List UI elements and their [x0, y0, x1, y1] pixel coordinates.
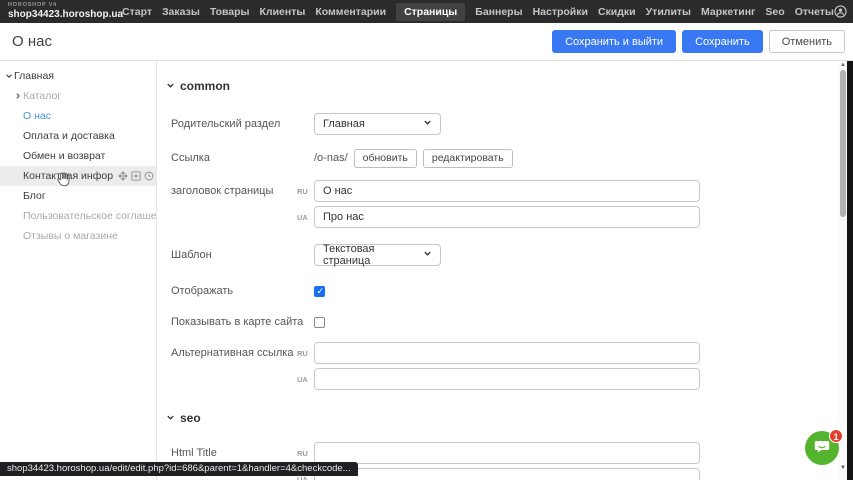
- nav-reports[interactable]: Отчеты: [795, 6, 834, 18]
- page-header: О нас Сохранить и выйти Сохранить Отмени…: [0, 23, 853, 61]
- lang-badge-ru: RU: [297, 449, 308, 458]
- sitemap-checkbox[interactable]: [314, 317, 325, 328]
- nav-start[interactable]: Старт: [122, 6, 152, 18]
- tree-node-oplata[interactable]: Оплата и доставка: [0, 126, 156, 146]
- alt-link-ua-input[interactable]: [314, 368, 700, 390]
- topbar: HOROSHOP V4 shop34423.horoshop.ua Старт …: [0, 0, 853, 23]
- template-label: Шаблон: [171, 249, 314, 261]
- scrollbar-thumb[interactable]: [840, 70, 846, 217]
- html-title-label: Html Title: [171, 447, 297, 459]
- nav-clients[interactable]: Клиенты: [260, 6, 306, 18]
- page-title-ru-input[interactable]: [314, 180, 700, 202]
- chevron-down-icon[interactable]: [166, 411, 175, 425]
- chevron-down-icon: [423, 249, 432, 261]
- html-title-ua-input[interactable]: [314, 468, 700, 480]
- nav-seo[interactable]: Seo: [765, 6, 784, 18]
- tree-node-obmen[interactable]: Обмен и возврат: [0, 146, 156, 166]
- page-title-ua-input[interactable]: [314, 206, 700, 228]
- parent-section-label: Родительский раздел: [171, 118, 314, 130]
- nav-banners[interactable]: Баннеры: [475, 6, 522, 18]
- chat-unread-badge: 1: [829, 429, 843, 443]
- chevron-down-icon[interactable]: [3, 72, 14, 80]
- nav-discounts[interactable]: Скидки: [598, 6, 636, 18]
- nav-comments[interactable]: Комментарии: [315, 6, 386, 18]
- add-child-page-icon[interactable]: [131, 171, 141, 181]
- display-checkbox[interactable]: [314, 286, 325, 297]
- status-url-tooltip: shop34423.horoshop.ua/edit/edit.php?id=6…: [0, 462, 358, 476]
- account-icon[interactable]: [834, 5, 847, 18]
- chevron-right-icon[interactable]: [12, 92, 23, 100]
- page-title: О нас: [0, 33, 552, 50]
- link-label: Ссылка: [171, 152, 314, 164]
- html-title-ru-input[interactable]: [314, 442, 700, 464]
- chevron-down-icon: [423, 118, 432, 130]
- main-nav: Старт Заказы Товары Клиенты Комментарии …: [122, 3, 834, 21]
- parent-section-select[interactable]: Главная: [314, 113, 441, 135]
- brand-version: HOROSHOP V4: [8, 3, 122, 9]
- tree-node-kontaktnaya[interactable]: Контактная инфор: [0, 166, 156, 186]
- page-edit-form: common Родительский раздел Главная Ссылк…: [158, 61, 839, 480]
- lang-badge-ua: UA: [297, 375, 308, 384]
- screen-edge-strip: [847, 61, 853, 480]
- display-label: Отображать: [171, 285, 314, 297]
- save-and-exit-button[interactable]: Сохранить и выйти: [552, 30, 676, 53]
- move-node-icon[interactable]: [118, 171, 128, 181]
- save-button[interactable]: Сохранить: [682, 30, 763, 53]
- nav-marketing[interactable]: Маркетинг: [701, 6, 755, 18]
- pages-tree-sidebar: Главная Каталог О нас Оплата и доставка …: [0, 61, 157, 480]
- tree-node-blog[interactable]: Блог: [0, 186, 156, 206]
- template-select[interactable]: Текстовая страница: [314, 244, 441, 266]
- link-path-value: /o-nas/: [314, 152, 348, 164]
- nav-settings[interactable]: Настройки: [533, 6, 588, 18]
- brand-domain: shop34423.horoshop.ua: [8, 10, 122, 20]
- tree-node-katalog[interactable]: Каталог: [0, 86, 156, 106]
- cancel-button[interactable]: Отменить: [769, 30, 845, 53]
- scroll-up-arrow-icon[interactable]: ▲: [839, 61, 847, 70]
- chat-bubble-icon: [813, 437, 831, 460]
- vertical-scrollbar[interactable]: ▲ ▼: [839, 61, 847, 480]
- sitemap-label: Показывать в карте сайта: [171, 316, 314, 328]
- page-title-label: заголовок страницы: [171, 180, 297, 228]
- alt-link-label: Альтернативная ссылка: [171, 342, 297, 390]
- alt-link-ru-input[interactable]: [314, 342, 700, 364]
- lang-badge-ua: UA: [297, 213, 308, 222]
- brand-logo[interactable]: HOROSHOP V4 shop34423.horoshop.ua: [0, 3, 122, 20]
- tree-node-glavnaya[interactable]: Главная: [0, 66, 156, 86]
- tree-node-polzovatelskoe[interactable]: Пользовательское соглашение: [0, 206, 156, 226]
- scroll-down-arrow-icon[interactable]: ▼: [839, 464, 847, 473]
- lang-badge-ru: RU: [297, 349, 308, 358]
- edit-link-button[interactable]: редактировать: [423, 149, 513, 168]
- tree-node-o-nas[interactable]: О нас: [0, 106, 156, 126]
- nav-pages[interactable]: Страницы: [396, 3, 465, 21]
- nav-orders[interactable]: Заказы: [162, 6, 200, 18]
- section-common-header[interactable]: common: [158, 78, 839, 93]
- lang-badge-ru: RU: [297, 187, 308, 196]
- tree-node-otzyvy[interactable]: Отзывы о магазине: [0, 226, 156, 246]
- section-seo-header[interactable]: seo: [158, 410, 839, 425]
- nav-utilities[interactable]: Утилиты: [646, 6, 691, 18]
- refresh-link-button[interactable]: обновить: [354, 149, 417, 168]
- nav-products[interactable]: Товары: [210, 6, 250, 18]
- history-clock-icon[interactable]: [144, 171, 154, 181]
- chevron-down-icon[interactable]: [166, 79, 175, 93]
